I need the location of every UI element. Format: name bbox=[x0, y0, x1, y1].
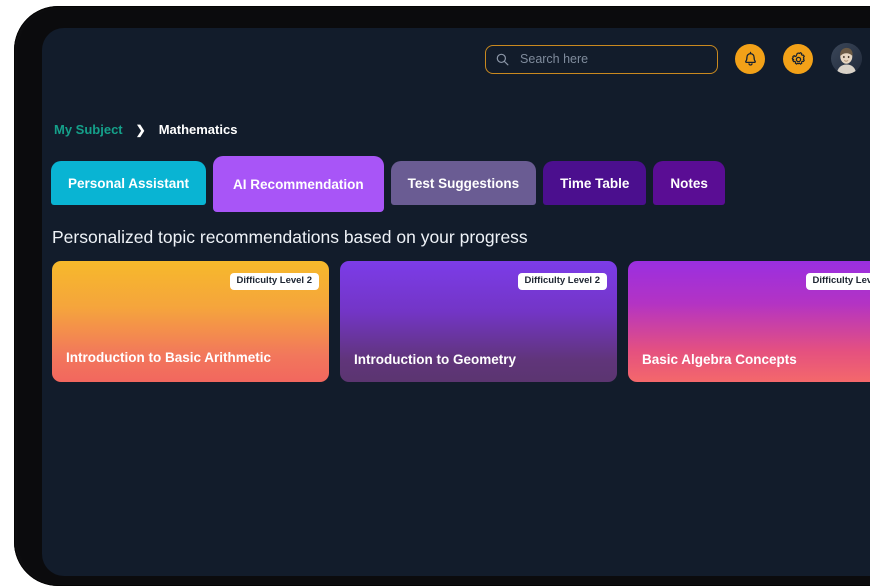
search-input[interactable] bbox=[509, 52, 717, 66]
status-badge: Difficulty Level 2 bbox=[518, 273, 608, 290]
breadcrumb: My Subject ❯ Mathematics bbox=[54, 122, 237, 137]
chevron-right-icon: ❯ bbox=[136, 123, 146, 137]
recommendation-card-list: Difficulty Level 2 Introduction to Basic… bbox=[52, 261, 870, 382]
card-title: Introduction to Geometry bbox=[354, 351, 516, 370]
tab-personal-assistant[interactable]: Personal Assistant bbox=[51, 161, 206, 205]
tab-test-suggestions[interactable]: Test Suggestions bbox=[391, 161, 537, 205]
status-badge: Difficulty Level 2 bbox=[806, 273, 870, 290]
user-profile[interactable]: Riyan Grade bbox=[831, 43, 870, 75]
settings-button[interactable] bbox=[783, 44, 813, 74]
notifications-button[interactable] bbox=[735, 44, 765, 74]
breadcrumb-link-my-subject[interactable]: My Subject bbox=[54, 122, 123, 137]
gear-icon bbox=[790, 51, 807, 68]
recommendation-card[interactable]: Difficulty Level 2 Basic Algebra Concept… bbox=[628, 261, 870, 382]
tab-bar: Personal Assistant AI Recommendation Tes… bbox=[51, 156, 732, 212]
tablet-screen: Riyan Grade My Subject ❯ Mathematics Per… bbox=[42, 28, 870, 576]
tab-notes[interactable]: Notes bbox=[653, 161, 725, 205]
app-header: Riyan Grade bbox=[42, 28, 870, 90]
tab-time-table[interactable]: Time Table bbox=[543, 161, 646, 205]
card-title: Introduction to Basic Arithmetic bbox=[66, 349, 271, 368]
search-bar[interactable] bbox=[485, 45, 718, 74]
device-bezel: Riyan Grade My Subject ❯ Mathematics Per… bbox=[14, 6, 870, 586]
search-icon bbox=[496, 53, 509, 66]
tab-ai-recommendation[interactable]: AI Recommendation bbox=[213, 156, 384, 212]
page-title: Personalized topic recommendations based… bbox=[52, 227, 528, 248]
status-badge: Difficulty Level 2 bbox=[230, 273, 320, 290]
card-title: Basic Algebra Concepts bbox=[642, 351, 797, 370]
breadcrumb-current: Mathematics bbox=[159, 122, 238, 137]
recommendation-card[interactable]: Difficulty Level 2 Introduction to Geome… bbox=[340, 261, 617, 382]
avatar bbox=[831, 43, 862, 74]
recommendation-card[interactable]: Difficulty Level 2 Introduction to Basic… bbox=[52, 261, 329, 382]
bell-icon bbox=[742, 51, 759, 68]
